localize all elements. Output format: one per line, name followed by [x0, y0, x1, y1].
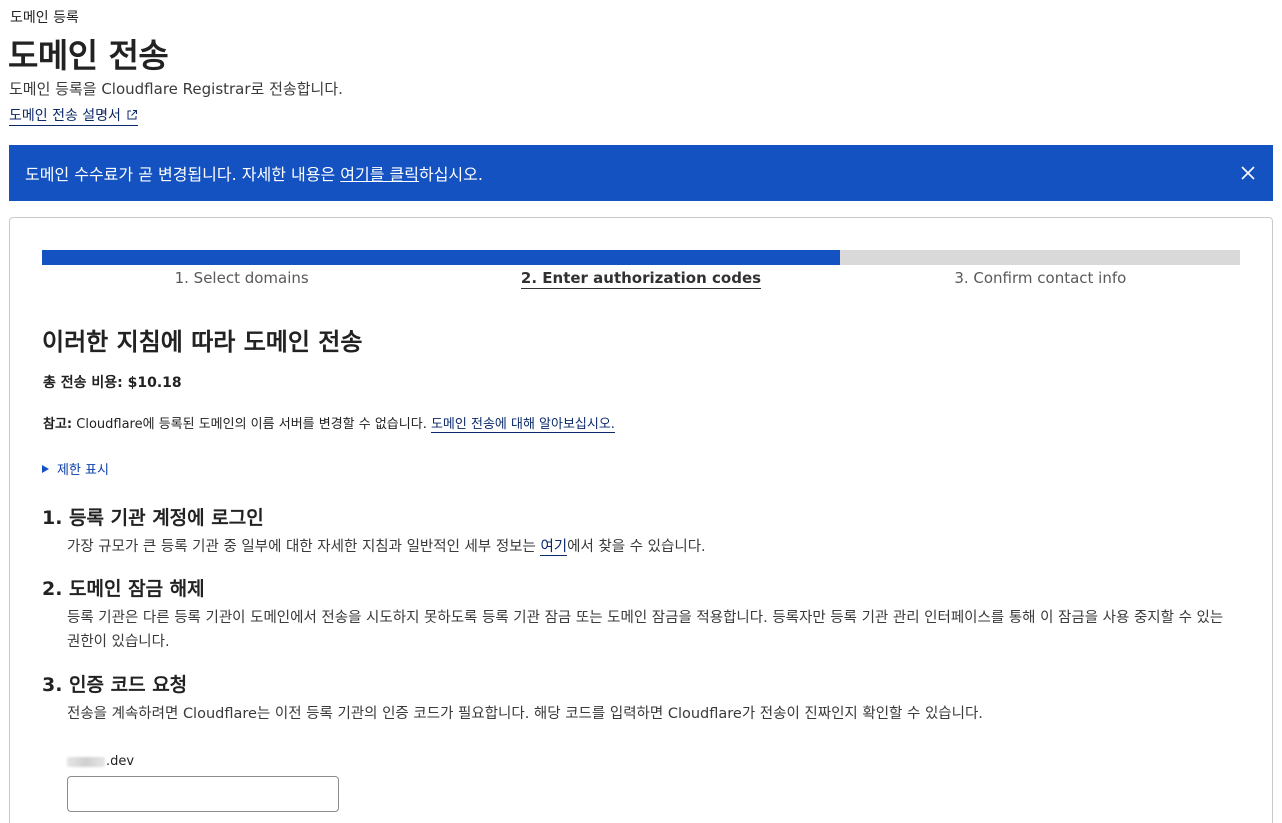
progress-bar-fill	[42, 250, 840, 265]
note-label: 참고:	[43, 417, 73, 432]
total-cost: 총 전송 비용: $10.18	[43, 375, 182, 391]
section-title: 이러한 지침에 따라 도메인 전송	[42, 328, 363, 356]
instruction-body-3: 전송을 계속하려면 Cloudflare는 이전 등록 기관의 인증 코드가 필…	[67, 706, 983, 722]
instruction-title-2: 2. 도메인 잠금 해제	[42, 578, 205, 600]
redacted-domain-name	[67, 756, 105, 767]
page-subtitle: 도메인 등록을 Cloudflare Registrar로 전송합니다.	[9, 80, 343, 98]
external-link-icon	[127, 110, 137, 120]
banner-click-here-link[interactable]: 여기를 클릭	[340, 161, 419, 185]
step-label: 1. Select domains	[174, 269, 309, 287]
step-select-domains[interactable]: 1. Select domains	[42, 269, 441, 289]
domain-label: .dev	[67, 754, 134, 769]
instruction-body-1-text: 가장 규모가 큰 등록 기관 중 일부에 대한 자세한 지침과 일반적인 세부 …	[67, 539, 541, 555]
show-limits-label: 제한 표시	[57, 463, 109, 478]
fee-change-banner: 도메인 수수료가 곧 변경됩니다. 자세한 내용은 여기를 클릭 하십시오.	[9, 145, 1273, 201]
note-text: Cloudflare에 등록된 도메인의 이름 서버를 변경할 수 없습니다.	[72, 417, 431, 432]
instruction-body-1: 가장 규모가 큰 등록 기관 중 일부에 대한 자세한 지침과 일반적인 세부 …	[67, 535, 1237, 559]
instruction-body-1-text-after: 에서 찾을 수 있습니다.	[567, 539, 706, 555]
close-icon[interactable]	[1239, 164, 1257, 182]
instruction-body-2: 등록 기관은 다른 등록 기관이 도메인에서 전송을 시도하지 못하도록 등록 …	[67, 610, 1224, 650]
triangle-right-icon	[42, 464, 49, 473]
step-label: 3. Confirm contact info	[954, 269, 1127, 287]
progress-bar	[42, 250, 1240, 265]
registrar-guides-link[interactable]: 여기	[540, 539, 568, 556]
transfer-card: 1. Select domains 2. Enter authorization…	[9, 217, 1273, 823]
banner-text-after: 하십시오.	[418, 165, 483, 184]
stepper: 1. Select domains 2. Enter authorization…	[42, 269, 1240, 289]
transfer-docs-link-label: 도메인 전송 설명서	[9, 108, 121, 124]
step-enter-auth-codes[interactable]: 2. Enter authorization codes	[441, 269, 840, 289]
breadcrumb: 도메인 등록	[10, 10, 79, 26]
learn-transfer-link[interactable]: 도메인 전송에 대해 알아보십시오.	[430, 417, 615, 433]
transfer-docs-link[interactable]: 도메인 전송 설명서	[9, 108, 138, 126]
banner-text-before: 도메인 수수료가 곧 변경됩니다. 자세한 내용은	[25, 165, 341, 184]
auth-code-input[interactable]	[67, 776, 339, 812]
show-limits-toggle[interactable]: 제한 표시	[42, 459, 109, 478]
domain-suffix: .dev	[106, 754, 135, 769]
instruction-title-3: 3. 인증 코드 요청	[42, 674, 188, 696]
nameserver-note: 참고: Cloudflare에 등록된 도메인의 이름 서버를 변경할 수 없습…	[43, 413, 615, 433]
step-label: 2. Enter authorization codes	[520, 269, 762, 289]
instruction-title-1: 1. 등록 기관 계정에 로그인	[42, 507, 264, 529]
step-confirm-contact[interactable]: 3. Confirm contact info	[841, 269, 1240, 289]
page-title: 도메인 전송	[8, 36, 169, 75]
